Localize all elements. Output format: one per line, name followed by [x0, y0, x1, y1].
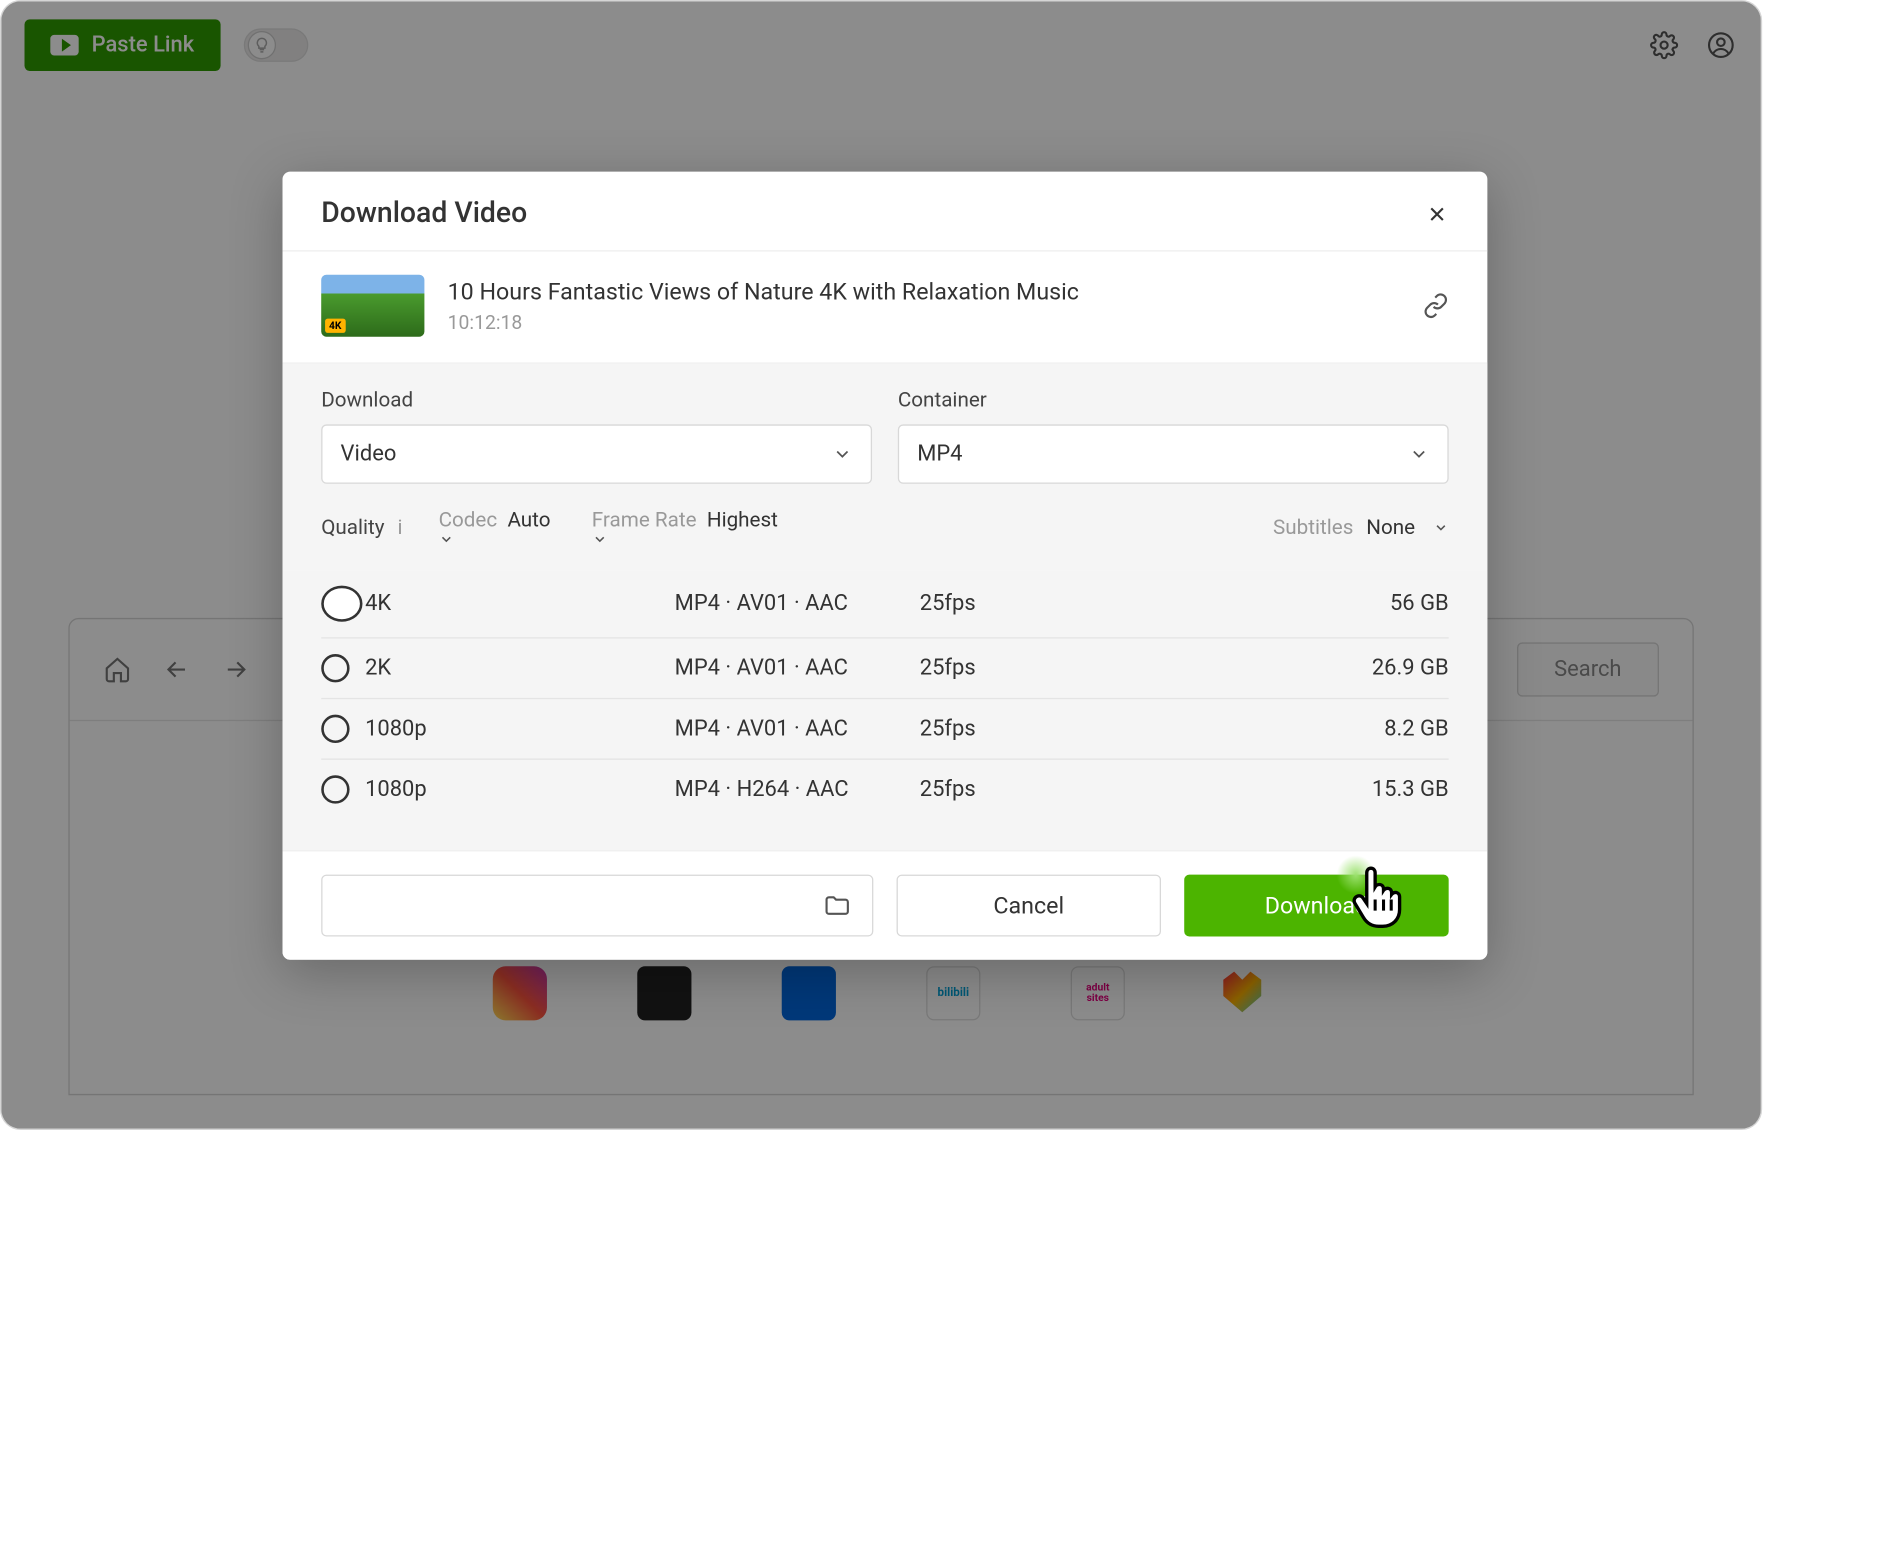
subtitles-label: Subtitles	[1273, 515, 1353, 540]
filter-row: Quality i Codec Auto Frame Rate Highest	[321, 507, 1448, 547]
quality-row[interactable]: 1080p MP4 · AV01 · AAC 25fps 8.2 GB	[321, 699, 1448, 760]
download-button[interactable]: Download	[1184, 875, 1448, 937]
quality-size: 56 GB	[1075, 591, 1449, 617]
quality-format: MP4 · AV01 · AAC	[675, 716, 920, 742]
video-thumbnail	[321, 275, 424, 337]
container-select[interactable]: MP4	[898, 424, 1449, 483]
download-button-label: Download	[1265, 892, 1368, 919]
info-icon[interactable]: i	[397, 515, 402, 540]
quality-size: 15.3 GB	[1075, 777, 1449, 803]
quality-fps: 25fps	[920, 777, 1075, 803]
download-type-value: Video	[341, 441, 397, 467]
output-folder-field[interactable]	[321, 875, 873, 937]
quality-fps: 25fps	[920, 716, 1075, 742]
framerate-label: Frame Rate	[592, 507, 697, 532]
subtitles-value: None	[1366, 515, 1415, 540]
quality-resolution: 4K	[365, 591, 675, 617]
quality-resolution: 2K	[365, 655, 675, 681]
container-value: MP4	[917, 441, 962, 467]
framerate-select[interactable]: Frame Rate Highest	[592, 507, 783, 547]
chevron-down-icon	[439, 531, 556, 546]
chevron-down-icon	[592, 531, 783, 546]
chevron-down-icon	[832, 444, 853, 465]
codec-select[interactable]: Codec Auto	[439, 507, 556, 547]
download-modal: Download Video 10 Hours Fantastic Views …	[283, 172, 1488, 960]
radio[interactable]	[321, 654, 349, 682]
cancel-button[interactable]: Cancel	[897, 875, 1161, 937]
quality-fps: 25fps	[920, 591, 1075, 617]
radio[interactable]	[321, 715, 349, 743]
click-ripple	[1336, 855, 1375, 894]
codec-value: Auto	[507, 507, 550, 532]
close-icon[interactable]	[1425, 202, 1448, 225]
radio[interactable]	[321, 775, 349, 803]
chevron-down-icon	[1433, 519, 1448, 534]
quality-format: MP4 · AV01 · AAC	[675, 655, 920, 681]
quality-fps: 25fps	[920, 655, 1075, 681]
quality-list: 4K MP4 · AV01 · AAC 25fps 56 GB 2K MP4 ·…	[283, 570, 1488, 850]
download-type-label: Download	[321, 387, 872, 412]
quality-row[interactable]: 4K MP4 · AV01 · AAC 25fps 56 GB	[321, 570, 1448, 638]
radio-selected[interactable]	[321, 586, 362, 622]
subtitles-select[interactable]: Subtitles None	[1273, 515, 1449, 540]
video-title: 10 Hours Fantastic Views of Nature 4K wi…	[448, 278, 1079, 305]
quality-row[interactable]: 1080p MP4 · H264 · AAC 25fps 15.3 GB	[321, 760, 1448, 819]
chevron-down-icon	[1409, 444, 1430, 465]
quality-size: 26.9 GB	[1075, 655, 1449, 681]
modal-header: Download Video	[283, 172, 1488, 252]
modal-title: Download Video	[321, 197, 527, 229]
modal-footer: Cancel Download	[283, 850, 1488, 960]
video-info-row: 10 Hours Fantastic Views of Nature 4K wi…	[283, 252, 1488, 364]
quality-format: MP4 · AV01 · AAC	[675, 591, 920, 617]
download-type-select[interactable]: Video	[321, 424, 872, 483]
folder-icon	[823, 891, 851, 919]
quality-label: Quality	[321, 515, 384, 540]
link-icon[interactable]	[1423, 293, 1449, 319]
video-duration: 10:12:18	[448, 310, 1079, 333]
quality-resolution: 1080p	[365, 777, 675, 803]
quality-row[interactable]: 2K MP4 · AV01 · AAC 25fps 26.9 GB	[321, 639, 1448, 700]
quality-resolution: 1080p	[365, 716, 675, 742]
container-label: Container	[898, 387, 1449, 412]
codec-label: Codec	[439, 507, 498, 532]
framerate-value: Highest	[707, 507, 778, 532]
quality-size: 8.2 GB	[1075, 716, 1449, 742]
app-window: Paste Link Search	[0, 0, 1762, 1130]
config-area: Download Video Container MP4	[283, 364, 1488, 570]
quality-format: MP4 · H264 · AAC	[675, 777, 920, 803]
